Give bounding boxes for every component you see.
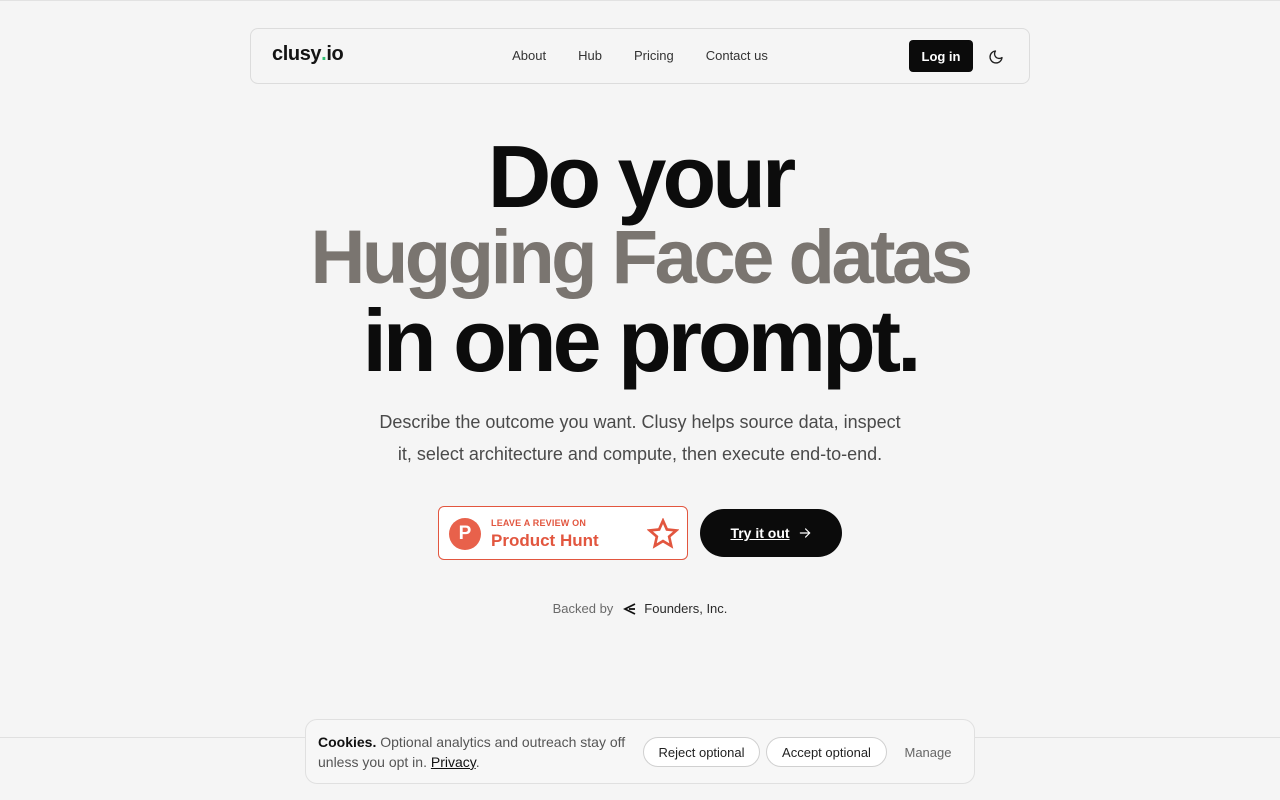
hero-line-1: Do your xyxy=(487,127,796,226)
reject-optional-button[interactable]: Reject optional xyxy=(643,737,760,767)
try-it-out-label: Try it out xyxy=(730,525,790,541)
hero-subtitle-line-2: it, select architecture and compute, the… xyxy=(397,444,883,464)
nav-link-about[interactable]: About xyxy=(496,48,562,64)
manage-cookies-button[interactable]: Manage xyxy=(896,737,960,767)
founders-inc-icon xyxy=(623,602,636,615)
accept-optional-button[interactable]: Accept optional xyxy=(766,737,887,767)
product-hunt-badge[interactable]: P LEAVE A REVIEW ON Product Hunt xyxy=(438,506,688,560)
backed-by-label: Backed by xyxy=(552,601,614,616)
hero-line-3: in one prompt. xyxy=(362,291,921,390)
star-icon xyxy=(647,518,679,549)
product-hunt-logo-letter: P xyxy=(458,523,472,544)
product-hunt-small-label: LEAVE A REVIEW ON xyxy=(491,518,587,528)
navbar: clusy. io About Hub Pricing Contact us Lo… xyxy=(250,28,1030,84)
nav-link-contact[interactable]: Contact us xyxy=(690,48,784,64)
hero-subtitle: Describe the outcome you want. Clusy hel… xyxy=(340,406,940,470)
privacy-link[interactable]: Privacy xyxy=(431,754,476,770)
cookie-text: Cookies. Optional analytics and outreach… xyxy=(318,732,638,772)
arrow-right-icon xyxy=(799,528,810,538)
founders-inc-name: Founders, Inc. xyxy=(644,601,728,616)
theme-toggle-button[interactable] xyxy=(985,46,1007,68)
backed-by: Backed by Founders, Inc. xyxy=(0,601,1280,616)
nav-link-hub[interactable]: Hub xyxy=(562,48,618,64)
cookie-banner: Cookies. Optional analytics and outreach… xyxy=(305,719,975,784)
founders-inc-logo[interactable]: Founders, Inc. xyxy=(623,601,727,616)
moon-icon xyxy=(989,50,1003,64)
try-it-out-button[interactable]: Try it out xyxy=(700,509,842,557)
hero-line-2: Hugging Face datas xyxy=(310,215,973,300)
product-hunt-label: Product Hunt xyxy=(491,531,599,550)
product-hunt-logo-icon: P xyxy=(449,518,481,550)
cookie-title: Cookies. xyxy=(318,734,377,750)
nav-link-pricing[interactable]: Pricing xyxy=(618,48,690,64)
hero-subtitle-line-1: Describe the outcome you want. Clusy hel… xyxy=(379,412,901,432)
login-button[interactable]: Log in xyxy=(909,40,973,72)
cookie-period: . xyxy=(475,754,480,770)
